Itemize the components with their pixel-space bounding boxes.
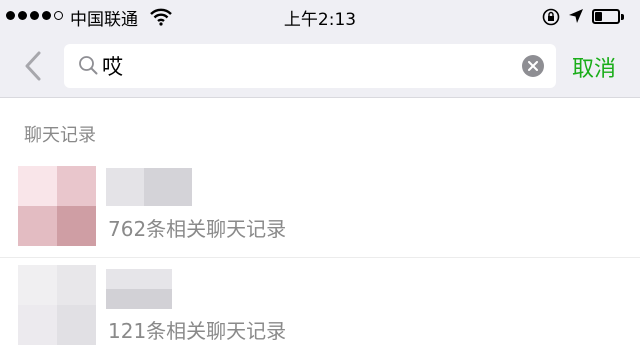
blurred-contact-name (106, 269, 172, 309)
search-icon (78, 55, 98, 79)
search-input[interactable] (102, 48, 522, 84)
blurred-contact-name (106, 168, 192, 206)
status-bar: 中国联通 上午2:13 (0, 0, 640, 34)
avatar (18, 166, 96, 246)
section-title-chat-records: 聊天记录 (24, 125, 96, 146)
location-arrow-icon (568, 8, 584, 28)
chevron-left-icon (25, 51, 41, 81)
search-bar: 取消 (0, 34, 640, 98)
rotation-lock-icon (542, 8, 560, 30)
chat-result-item[interactable]: 762条相关聊天记录 (0, 156, 640, 258)
clear-search-button[interactable] (522, 55, 544, 77)
chat-result-item[interactable]: 121条相关聊天记录 (0, 259, 640, 358)
clear-circle-icon (528, 61, 538, 71)
back-button[interactable] (18, 48, 48, 84)
record-count-text: 762条相关聊天记录 (108, 217, 287, 241)
record-count-text: 121条相关聊天记录 (108, 319, 287, 343)
battery-icon (592, 9, 624, 24)
avatar (18, 265, 96, 345)
cancel-button[interactable]: 取消 (572, 51, 616, 83)
search-box[interactable] (64, 44, 556, 88)
